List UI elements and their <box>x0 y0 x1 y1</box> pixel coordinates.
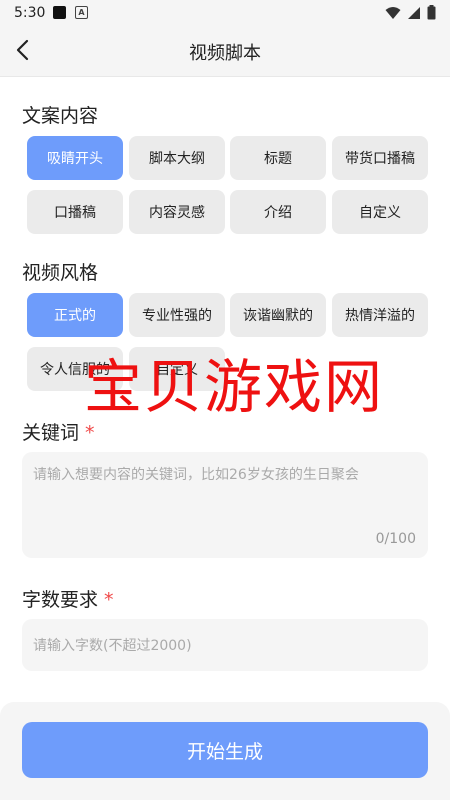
keywords-textarea[interactable]: 请输入想要内容的关键词，比如26岁女孩的生日聚会 0/100 <box>22 452 428 558</box>
chip-content-inspiration[interactable]: 内容灵感 <box>129 190 225 234</box>
keywords-required-mark: * <box>85 422 95 444</box>
chip-humorous[interactable]: 诙谐幽默的 <box>230 293 326 337</box>
word-count-required-mark: * <box>104 589 114 611</box>
word-count-input[interactable]: 请输入字数(不超过2000) <box>22 619 428 671</box>
keywords-label: 关键词 * <box>22 418 95 445</box>
chip-script-outline[interactable]: 脚本大纲 <box>129 136 225 180</box>
page-title: 视频脚本 <box>189 43 261 64</box>
chip-enthusiastic[interactable]: 热情洋溢的 <box>332 293 428 337</box>
chip-custom-content[interactable]: 自定义 <box>332 190 428 234</box>
word-count-placeholder: 请输入字数(不超过2000) <box>33 638 192 654</box>
notification-square-icon <box>53 6 66 19</box>
chip-voiceover[interactable]: 口播稿 <box>27 190 123 234</box>
chip-sales-voiceover[interactable]: 带货口播稿 <box>332 136 428 180</box>
notification-a-icon: A <box>75 6 88 19</box>
chip-title[interactable]: 标题 <box>230 136 326 180</box>
status-icons <box>385 5 436 20</box>
signal-icon <box>408 6 420 19</box>
battery-icon <box>427 5 436 20</box>
word-count-label: 字数要求 * <box>22 585 114 612</box>
generate-button[interactable]: 开始生成 <box>22 722 428 778</box>
keywords-label-text: 关键词 <box>22 422 80 444</box>
keywords-placeholder: 请输入想要内容的关键词，比如26岁女孩的生日聚会 <box>33 467 359 483</box>
chip-custom-style[interactable]: 自定义 <box>129 347 225 391</box>
copy-content-label: 文案内容 <box>22 105 99 127</box>
status-time: 5:30 <box>14 5 46 21</box>
chip-formal[interactable]: 正式的 <box>27 293 123 337</box>
word-count-label-text: 字数要求 <box>22 589 99 611</box>
chip-eye-catching-opening[interactable]: 吸睛开头 <box>27 136 123 180</box>
chip-convincing[interactable]: 令人信服的 <box>27 347 123 391</box>
top-bar: 视频脚本 <box>0 26 450 77</box>
chip-professional[interactable]: 专业性强的 <box>129 293 225 337</box>
keywords-counter: 0/100 <box>375 531 416 547</box>
wifi-icon <box>385 6 401 19</box>
status-bar: 5:30 A <box>0 0 450 26</box>
chip-introduction[interactable]: 介绍 <box>230 190 326 234</box>
video-style-label: 视频风格 <box>22 262 99 284</box>
